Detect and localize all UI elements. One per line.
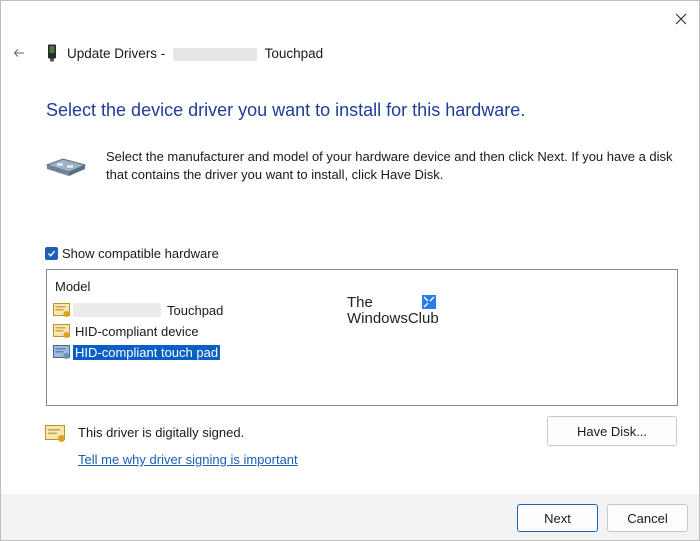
close-icon bbox=[675, 13, 687, 25]
model-item-hid-device[interactable]: HID-compliant device bbox=[53, 322, 201, 340]
model-item-label: HID-compliant device bbox=[75, 323, 199, 339]
checkmark-icon bbox=[48, 250, 56, 257]
driver-certificate-icon bbox=[53, 344, 70, 359]
show-compatible-checkbox[interactable] bbox=[45, 247, 58, 260]
model-item-label: Touchpad bbox=[167, 302, 224, 318]
model-item-hid-touchpad[interactable]: HID-compliant touch pad bbox=[53, 343, 221, 361]
signing-status: This driver is digitally signed. bbox=[78, 425, 245, 440]
model-item-touchpad[interactable]: Touchpad bbox=[53, 301, 225, 319]
back-button[interactable] bbox=[9, 43, 29, 63]
cancel-button[interactable]: Cancel bbox=[607, 504, 688, 532]
model-listbox[interactable]: Model Touchpad HID-compliant device HID-… bbox=[46, 269, 678, 406]
watermark-logo-icon bbox=[422, 295, 436, 309]
signed-certificate-icon bbox=[45, 425, 65, 442]
watermark-line2: WindowsClub bbox=[347, 310, 439, 327]
show-compatible-row[interactable]: Show compatible hardware bbox=[45, 246, 219, 261]
page-heading: Select the device driver you want to ins… bbox=[46, 100, 526, 120]
update-drivers-dialog: Update Drivers - Touchpad Select the dev… bbox=[0, 0, 700, 541]
title-prefix: Update Drivers - bbox=[67, 46, 166, 61]
title-suffix: Touchpad bbox=[264, 46, 324, 61]
show-compatible-label: Show compatible hardware bbox=[62, 246, 219, 261]
model-item-label: HID-compliant touch pad bbox=[73, 344, 221, 360]
watermark: The WindowsClub bbox=[347, 295, 439, 327]
hardware-icon bbox=[45, 158, 87, 176]
next-button[interactable]: Next bbox=[517, 504, 598, 532]
device-icon bbox=[48, 44, 56, 62]
close-button[interactable] bbox=[669, 7, 693, 31]
have-disk-button[interactable]: Have Disk... bbox=[547, 416, 677, 446]
redacted-vendor-name bbox=[73, 303, 161, 317]
instructions-text: Select the manufacturer and model of you… bbox=[106, 149, 673, 182]
driver-signing-link[interactable]: Tell me why driver signing is important bbox=[78, 452, 298, 467]
model-column-header: Model bbox=[55, 279, 91, 294]
window-title: Update Drivers - Touchpad bbox=[67, 46, 323, 61]
driver-certificate-icon bbox=[53, 323, 70, 338]
redacted-device-name bbox=[173, 47, 258, 61]
back-arrow-icon bbox=[13, 49, 24, 57]
driver-certificate-icon bbox=[53, 302, 70, 317]
